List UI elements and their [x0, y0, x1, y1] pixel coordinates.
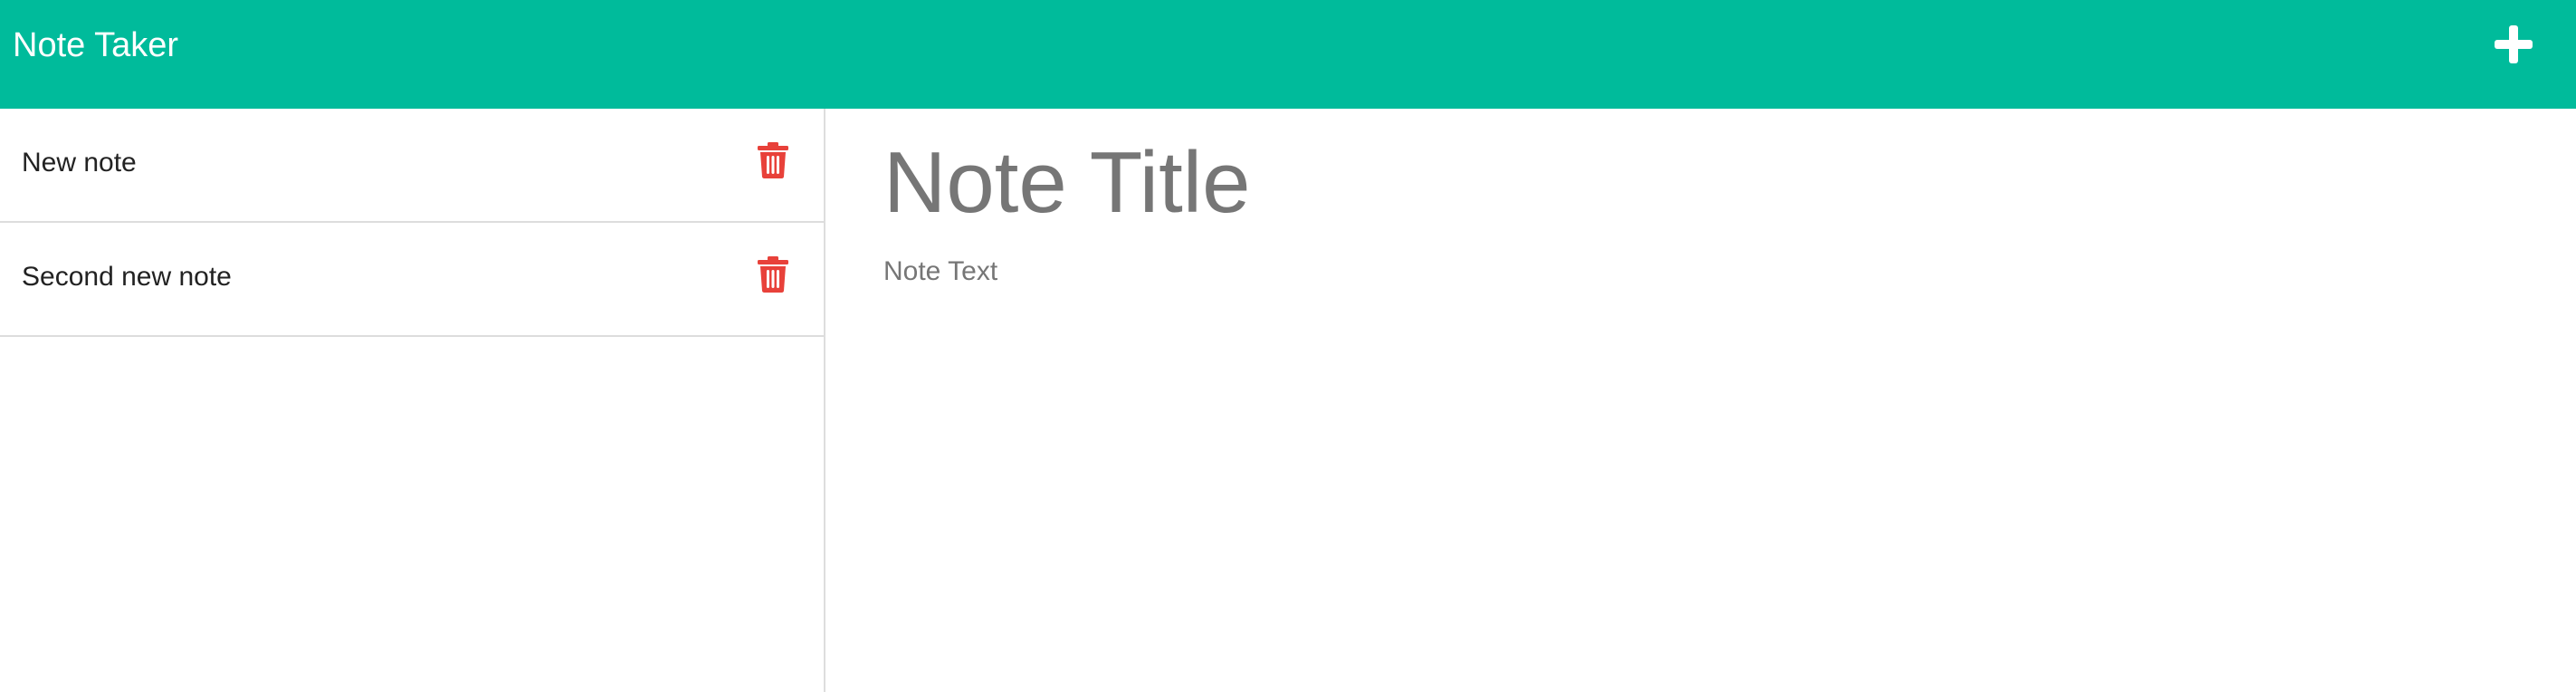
navbar: Note Taker: [0, 0, 2576, 109]
note-list-title: New note: [22, 148, 137, 178]
note-list: New note Second new note: [0, 109, 824, 337]
new-note-button[interactable]: [2493, 24, 2534, 65]
note-text-input[interactable]: [883, 254, 2513, 616]
note-title-input[interactable]: [883, 129, 2513, 237]
note-list-panel: New note Second new note: [0, 109, 825, 692]
note-editor: [825, 109, 2576, 692]
list-item-new-note[interactable]: New note: [0, 109, 824, 223]
delete-note-button[interactable]: [757, 255, 789, 293]
list-item-second-new-note[interactable]: Second new note: [0, 223, 824, 337]
delete-note-button[interactable]: [757, 141, 789, 179]
plus-icon: [2495, 25, 2533, 63]
note-list-title: Second new note: [22, 262, 232, 292]
trash-icon: [758, 142, 788, 178]
trash-icon: [758, 256, 788, 293]
brand-link[interactable]: Note Taker: [13, 22, 178, 69]
